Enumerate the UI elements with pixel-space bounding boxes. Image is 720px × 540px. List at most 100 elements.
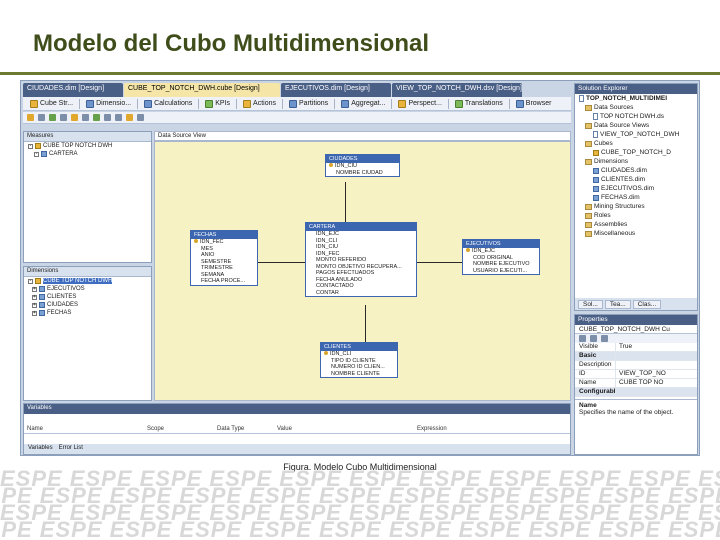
expand-icon[interactable]: + bbox=[32, 294, 37, 300]
doc-tab-ejecutivos[interactable]: EJECUTIVOS.dim [Design] bbox=[281, 83, 391, 97]
tab-solution[interactable]: Sol... bbox=[578, 299, 603, 309]
se-item[interactable]: Roles bbox=[575, 211, 697, 220]
se-item[interactable]: CLIENTES.dim bbox=[575, 175, 697, 184]
perspective-icon bbox=[398, 99, 407, 108]
property-pages-icon[interactable] bbox=[601, 335, 608, 342]
dimension-icon bbox=[86, 99, 95, 108]
tab-cube-structure[interactable]: Cube Str... bbox=[27, 99, 76, 108]
show-tables-icon[interactable] bbox=[126, 114, 133, 121]
se-item[interactable]: Mining Structures bbox=[575, 202, 697, 211]
expand-icon[interactable]: + bbox=[32, 286, 37, 292]
properties-header: Properties bbox=[575, 315, 697, 325]
measure-item[interactable]: - CARTERA bbox=[24, 150, 151, 158]
tab-translations[interactable]: Translations bbox=[452, 99, 506, 108]
folder-icon bbox=[585, 104, 592, 111]
dimension-item[interactable]: + EJECUTIVOS bbox=[24, 285, 151, 293]
relationship-line bbox=[257, 262, 305, 263]
dimension-item[interactable]: + CLIENTES bbox=[24, 293, 151, 301]
table-ciudades[interactable]: CIUDADES IDN_CIU NOMBRE CIUDAD bbox=[325, 154, 400, 177]
collapse-icon[interactable]: - bbox=[28, 143, 33, 149]
explorer-tabs: Sol... Tea... Clas... bbox=[575, 298, 697, 310]
properties-pane: Properties CUBE_TOP_NOTCH_DWH Cu Visible… bbox=[574, 314, 698, 455]
data-source-view-canvas[interactable]: CIUDADES IDN_CIU NOMBRE CIUDAD FECHAS ID… bbox=[154, 141, 571, 401]
se-item[interactable]: Data Source Views bbox=[575, 121, 697, 130]
property-row[interactable]: ID VIEW_TOP_NO bbox=[575, 370, 697, 379]
property-row[interactable]: Visible True bbox=[575, 343, 697, 352]
collapse-icon[interactable]: - bbox=[28, 278, 33, 284]
property-category[interactable]: Configurable bbox=[575, 388, 697, 397]
variables-header: Variables bbox=[24, 404, 570, 414]
toolbar-separator bbox=[198, 98, 200, 109]
tab-dimension-usage[interactable]: Dimensio... bbox=[83, 99, 134, 108]
tab-error-list[interactable]: Error List bbox=[59, 445, 83, 453]
solution-explorer-header: Solution Explorer bbox=[575, 84, 697, 94]
dimension-item[interactable]: + FECHAS bbox=[24, 309, 151, 317]
expand-icon[interactable]: + bbox=[32, 302, 37, 308]
tab-actions[interactable]: Actions bbox=[240, 99, 279, 108]
measures-header: Measures bbox=[24, 132, 151, 142]
doc-tab-cube[interactable]: CUBE_TOP_NOTCH_DWH.cube [Design] bbox=[124, 83, 280, 97]
table-cartera[interactable]: CARTERA IDN_EJC IDN_CLI IDN_CIU IDN_FEC … bbox=[305, 222, 417, 297]
column-header[interactable]: Expression bbox=[414, 426, 514, 433]
tab-partitions[interactable]: Partitions bbox=[286, 99, 331, 108]
designer-toolbar: Cube Str... Dimensio... Calculations KPI… bbox=[23, 97, 571, 111]
add-dimension-icon[interactable] bbox=[71, 114, 78, 121]
solution-explorer: Solution Explorer TOP_NOTCH_MULTIDIMEI D… bbox=[574, 83, 698, 311]
save-icon[interactable] bbox=[38, 114, 45, 121]
se-item[interactable]: TOP NOTCH DWH.ds bbox=[575, 112, 697, 121]
categorized-icon[interactable] bbox=[579, 335, 586, 342]
tab-class[interactable]: Clas... bbox=[632, 299, 662, 309]
tab-perspectives[interactable]: Perspect... bbox=[395, 99, 444, 108]
tab-browser[interactable]: Browser bbox=[513, 99, 555, 108]
se-item[interactable]: Miscellaneous bbox=[575, 229, 697, 238]
move-down-icon[interactable] bbox=[104, 114, 111, 121]
se-item[interactable]: TOP_NOTCH_MULTIDIMEI bbox=[575, 94, 697, 103]
property-row[interactable]: Name CUBE TOP NO bbox=[575, 379, 697, 388]
new-measure-group-icon[interactable] bbox=[60, 114, 67, 121]
tab-aggregations[interactable]: Aggregat... bbox=[338, 99, 388, 108]
se-item[interactable]: EJECUTIVOS.dim bbox=[575, 184, 697, 193]
collapse-icon[interactable]: - bbox=[34, 151, 39, 157]
doc-tab-ciudades[interactable]: CIUDADES.dim [Design] bbox=[23, 83, 123, 97]
property-row[interactable]: Description bbox=[575, 361, 697, 370]
key-icon bbox=[329, 163, 333, 167]
se-item[interactable]: Data Sources bbox=[575, 103, 697, 112]
tab-kpis[interactable]: KPIs bbox=[202, 99, 233, 108]
se-item[interactable]: CUBE_TOP_NOTCH_D bbox=[575, 148, 697, 157]
se-item[interactable]: CIUDADES.dim bbox=[575, 166, 697, 175]
dimension-icon bbox=[39, 286, 45, 292]
se-item[interactable]: FECHAS.dim bbox=[575, 193, 697, 202]
se-item[interactable]: Assemblies bbox=[575, 220, 697, 229]
se-item[interactable]: Cubes bbox=[575, 139, 697, 148]
property-category[interactable]: Basic bbox=[575, 352, 697, 361]
table-column: CONTAR bbox=[316, 289, 339, 296]
move-up-icon[interactable] bbox=[93, 114, 100, 121]
arrange-icon[interactable] bbox=[137, 114, 144, 121]
tab-team[interactable]: Tea... bbox=[604, 299, 631, 309]
add-measure-icon[interactable] bbox=[49, 114, 56, 121]
table-ejecutivos[interactable]: EJECUTIVOS IDN_EJC COD ORIGINAL NOMBRE E… bbox=[462, 239, 540, 275]
key-icon bbox=[194, 239, 198, 243]
dimension-item[interactable]: + CIUDADES bbox=[24, 301, 151, 309]
delete-icon[interactable] bbox=[82, 114, 89, 121]
column-header[interactable]: Name bbox=[24, 426, 144, 433]
actions-icon bbox=[243, 99, 252, 108]
column-header[interactable]: Value bbox=[274, 426, 414, 433]
dimension-icon bbox=[39, 294, 45, 300]
properties-object-select[interactable]: CUBE_TOP_NOTCH_DWH Cu bbox=[575, 325, 697, 334]
table-fechas[interactable]: FECHAS IDN_FEC MES ANIO SEMESTRE TRIMEST… bbox=[190, 230, 258, 286]
alphabetical-icon[interactable] bbox=[590, 335, 597, 342]
table-clientes[interactable]: CLIENTES IDN_CLI TIPO ID CLIENTE NUMERO … bbox=[320, 342, 398, 378]
dimension-item[interactable]: - CUBE TOP NOTCH DWH bbox=[24, 277, 151, 285]
tab-variables[interactable]: Variables bbox=[28, 445, 53, 453]
zoom-icon[interactable] bbox=[115, 114, 122, 121]
se-item[interactable]: VIEW_TOP_NOTCH_DWH bbox=[575, 130, 697, 139]
expand-icon[interactable]: + bbox=[32, 310, 37, 316]
process-icon[interactable] bbox=[27, 114, 34, 121]
column-header[interactable]: Data Type bbox=[214, 426, 274, 433]
doc-tab-dsv[interactable]: VIEW_TOP_NOTCH_DWH.dsv [Design] bbox=[392, 83, 522, 97]
se-item[interactable]: Dimensions bbox=[575, 157, 697, 166]
column-header[interactable]: Scope bbox=[144, 426, 214, 433]
tab-calculations[interactable]: Calculations bbox=[141, 99, 195, 108]
measure-item[interactable]: - CUBE TOP NOTCH DWH bbox=[24, 142, 151, 150]
